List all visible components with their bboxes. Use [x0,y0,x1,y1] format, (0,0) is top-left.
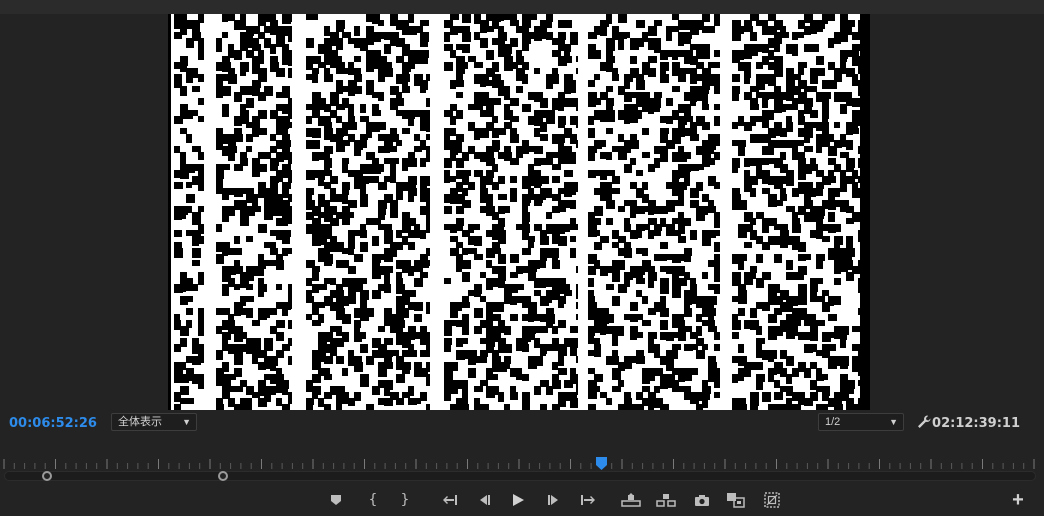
comparison-view-button[interactable] [725,490,747,510]
safe-margins-icon [764,492,780,508]
bracket-close-icon: } [400,492,410,508]
safe-margins-button[interactable] [761,490,783,510]
zoom-level-value: 全体表示 [118,416,162,428]
lift-icon [621,493,641,507]
go-to-in-icon [443,495,457,505]
lift-button[interactable] [620,490,642,510]
step-forward-button[interactable] [543,490,565,510]
mark-in-button[interactable]: { [362,490,384,510]
current-timecode[interactable]: 00:06:52:26 [9,416,97,431]
transport-controls: { } + [0,488,1044,512]
zoom-handle-left[interactable] [42,471,52,481]
extract-button[interactable] [655,490,677,510]
go-to-out-button[interactable] [577,490,599,510]
step-forward-icon [548,495,558,505]
zoom-level-select[interactable]: 全体表示 ▼ [111,413,197,431]
play-button[interactable] [507,490,529,510]
wrench-icon[interactable] [916,414,932,430]
export-frame-button[interactable] [691,490,713,510]
duration-timecode: 02:12:39:11 [932,416,1020,431]
camera-icon [695,494,709,506]
play-icon [513,494,524,506]
panel-tab-bar [0,0,1044,14]
go-to-out-icon [581,495,595,505]
add-marker-button[interactable] [325,490,347,510]
step-back-button[interactable] [473,490,495,510]
extract-icon [656,494,676,507]
video-frame-image [168,14,870,410]
zoom-handle-right[interactable] [218,471,228,481]
playhead[interactable] [596,457,607,470]
bracket-open-icon: { [368,492,378,508]
mark-out-button[interactable]: } [394,490,416,510]
playback-resolution-select[interactable]: 1/2 ▼ [818,413,904,431]
step-back-icon [480,495,490,505]
video-frame [168,14,870,410]
chevron-down-icon: ▼ [182,417,191,427]
marker-icon [331,495,341,505]
time-ruler[interactable] [0,452,1044,472]
button-editor-add-button[interactable]: + [1008,490,1028,510]
chevron-down-icon: ▼ [889,417,898,427]
monitor-control-bar: 00:06:52:26 全体表示 ▼ 1/2 ▼ 02:12:39:11 [0,410,1044,436]
program-monitor-viewport [0,14,1044,410]
time-ruler-ticks [3,459,1035,469]
playback-resolution-value: 1/2 [825,416,841,428]
compare-icon [727,493,745,508]
zoom-scroll-bar[interactable] [4,471,1036,481]
go-to-in-button[interactable] [439,490,461,510]
